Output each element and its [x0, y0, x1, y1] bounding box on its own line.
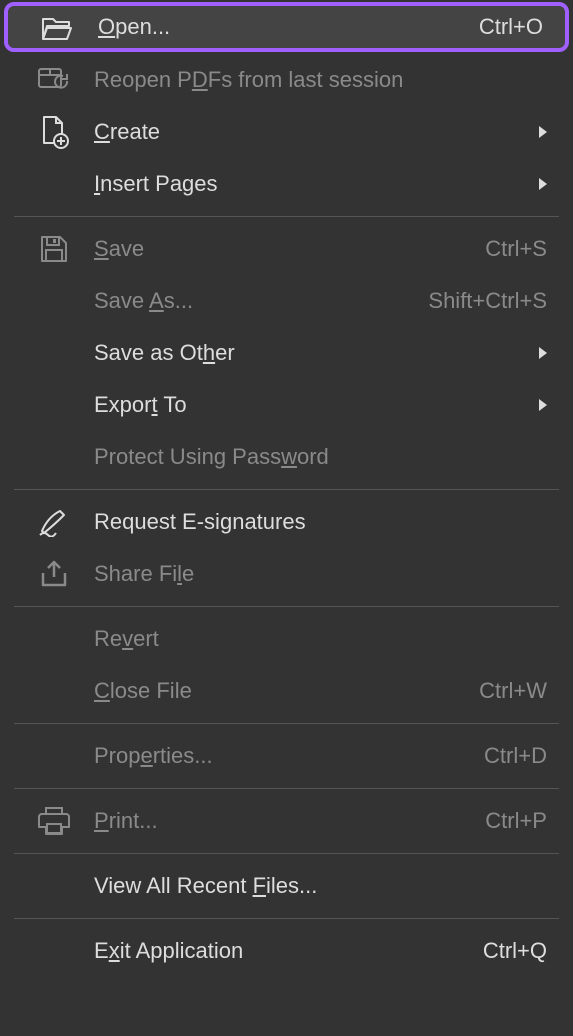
menu-item-insert-pages[interactable]: Insert Pages	[0, 158, 573, 210]
menu-item-shortcut: Ctrl+D	[472, 743, 547, 769]
menu-item-label: Export To	[94, 392, 529, 418]
menu-item-shortcut: Ctrl+S	[473, 236, 547, 262]
menu-item-label: Open...	[98, 14, 467, 40]
menu-separator	[14, 853, 559, 854]
menu-item-open[interactable]: Open... Ctrl+O	[4, 2, 569, 52]
menu-item-save-as[interactable]: Save As... Shift+Ctrl+S	[0, 275, 573, 327]
menu-item-properties[interactable]: Properties... Ctrl+D	[0, 730, 573, 782]
chevron-right-icon	[529, 126, 547, 138]
menu-item-label: View All Recent Files...	[94, 873, 547, 899]
menu-item-label: Save as Other	[94, 340, 529, 366]
chevron-right-icon	[529, 178, 547, 190]
share-icon	[14, 559, 94, 589]
menu-item-share-file[interactable]: Share File	[0, 548, 573, 600]
menu-item-label: Properties...	[94, 743, 472, 769]
menu-item-label: Print...	[94, 808, 473, 834]
menu-item-label: Exit Application	[94, 938, 471, 964]
menu-item-label: Request E-signatures	[94, 509, 547, 535]
menu-item-label: Close File	[94, 678, 467, 704]
menu-item-shortcut: Ctrl+W	[467, 678, 547, 704]
menu-item-shortcut: Ctrl+P	[473, 808, 547, 834]
menu-item-close-file[interactable]: Close File Ctrl+W	[0, 665, 573, 717]
menu-item-label: Revert	[94, 626, 547, 652]
menu-item-label: Reopen PDFs from last session	[94, 67, 547, 93]
menu-item-request-signatures[interactable]: Request E-signatures	[0, 496, 573, 548]
menu-item-reopen-pdfs[interactable]: Reopen PDFs from last session	[0, 54, 573, 106]
menu-item-create[interactable]: Create	[0, 106, 573, 158]
menu-separator	[14, 788, 559, 789]
menu-item-exit[interactable]: Exit Application Ctrl+Q	[0, 925, 573, 977]
save-icon	[14, 234, 94, 264]
menu-item-shortcut: Ctrl+Q	[471, 938, 547, 964]
menu-item-save-as-other[interactable]: Save as Other	[0, 327, 573, 379]
menu-item-label: Protect Using Password	[94, 444, 547, 470]
menu-separator	[14, 918, 559, 919]
menu-item-print[interactable]: Print... Ctrl+P	[0, 795, 573, 847]
menu-item-label: Create	[94, 119, 529, 145]
chevron-right-icon	[529, 347, 547, 359]
chevron-right-icon	[529, 399, 547, 411]
menu-item-protect-password[interactable]: Protect Using Password	[0, 431, 573, 483]
menu-item-view-recent[interactable]: View All Recent Files...	[0, 860, 573, 912]
menu-item-revert[interactable]: Revert	[0, 613, 573, 665]
menu-item-label: Save	[94, 236, 473, 262]
menu-item-label: Save As...	[94, 288, 416, 314]
pen-sign-icon	[14, 507, 94, 537]
menu-item-shortcut: Shift+Ctrl+S	[416, 288, 547, 314]
menu-separator	[14, 216, 559, 217]
menu-item-export-to[interactable]: Export To	[0, 379, 573, 431]
menu-separator	[14, 489, 559, 490]
menu-separator	[14, 606, 559, 607]
print-icon	[14, 806, 94, 836]
reopen-icon	[14, 65, 94, 95]
menu-item-label: Insert Pages	[94, 171, 529, 197]
create-file-icon	[14, 115, 94, 149]
menu-item-label: Share File	[94, 561, 547, 587]
menu-item-save[interactable]: Save Ctrl+S	[0, 223, 573, 275]
file-menu: Open... Ctrl+O Reopen PDFs from last ses…	[0, 0, 573, 977]
menu-item-shortcut: Ctrl+O	[467, 14, 543, 40]
menu-separator	[14, 723, 559, 724]
folder-open-icon	[18, 13, 98, 41]
